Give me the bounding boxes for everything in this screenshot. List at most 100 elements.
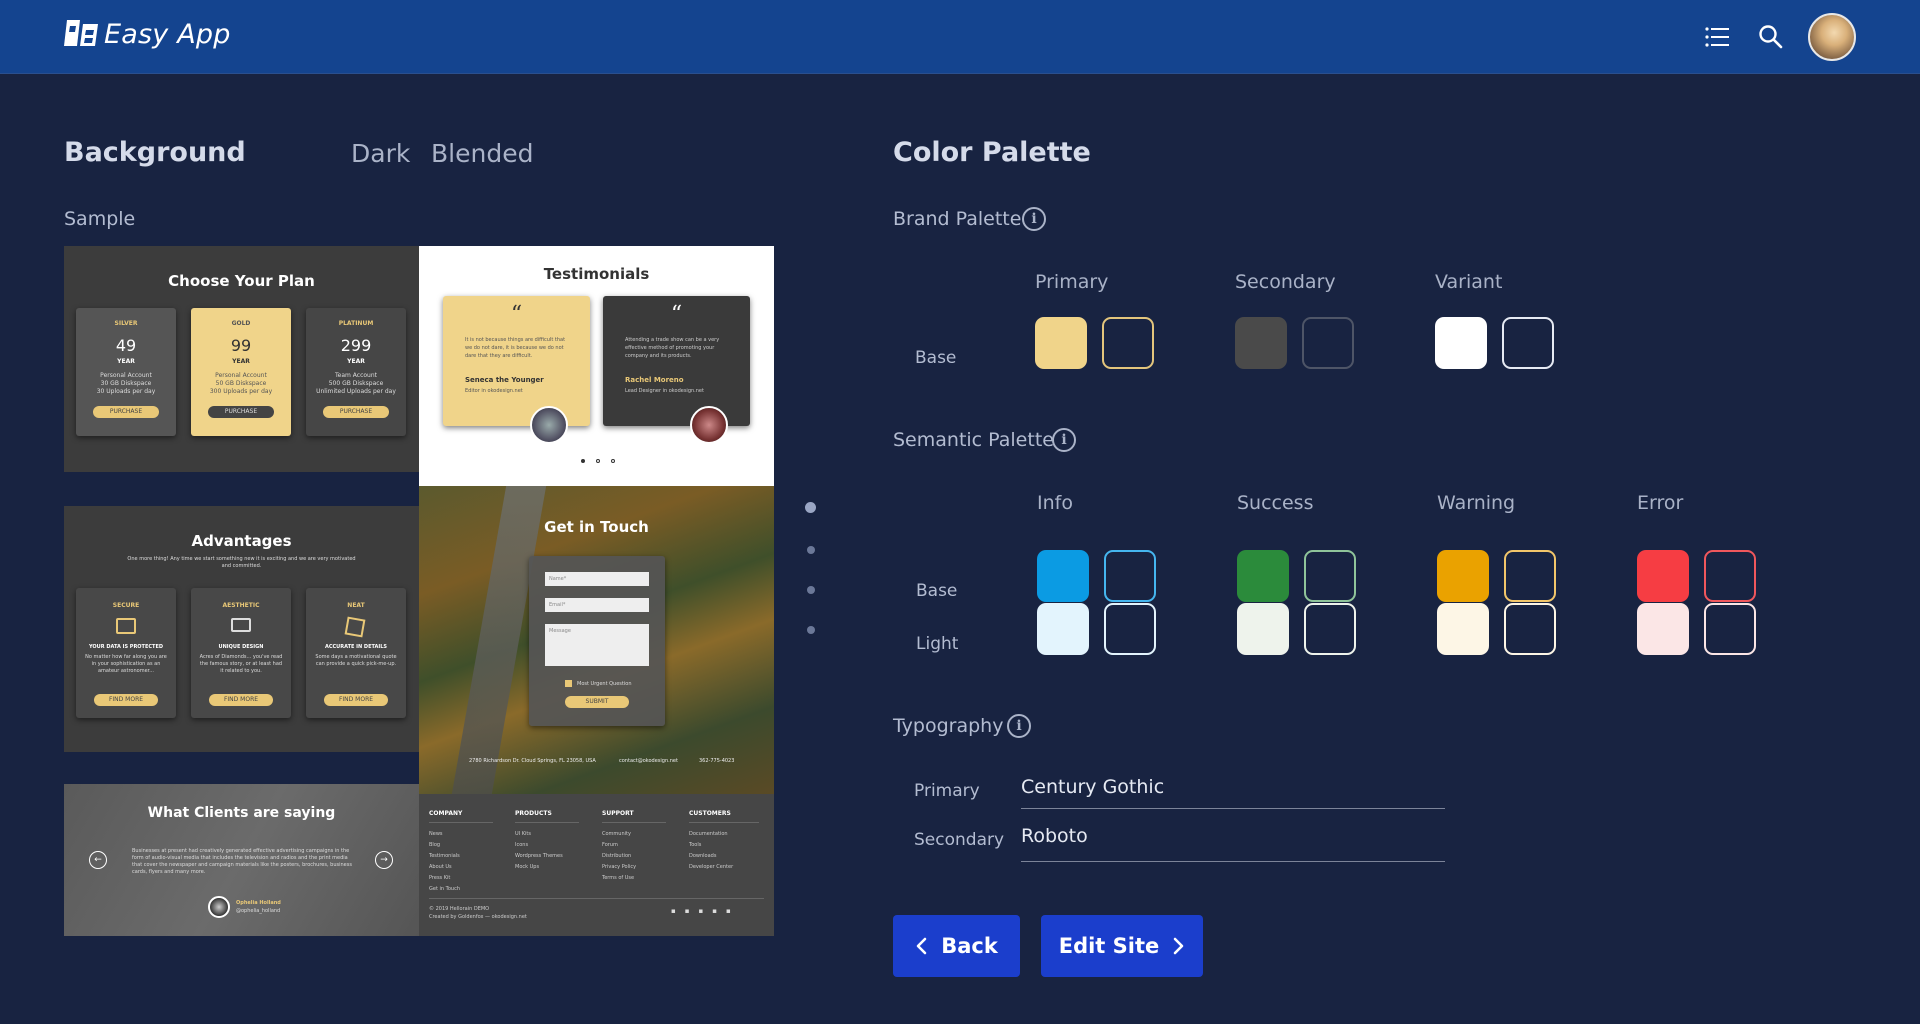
carousel-dot-2[interactable]: [807, 546, 815, 554]
arrow-left-icon: ←: [89, 851, 107, 869]
arrow-right-icon: →: [375, 851, 393, 869]
typography-title: Typography: [893, 715, 1004, 737]
slider-dot: [581, 459, 585, 463]
footer-column-customers: CUSTOMERS Documentation Tools Downloads …: [689, 808, 759, 873]
semantic-palette-title: Semantic Palette: [893, 429, 1054, 451]
brand-col-variant: Variant: [1435, 271, 1503, 293]
swatch-secondary-fill[interactable]: [1235, 317, 1287, 369]
chevron-left-icon: [916, 937, 927, 955]
monitor-icon: [231, 618, 251, 632]
typography-secondary-underline: [1021, 861, 1445, 862]
search-icon[interactable]: [1758, 24, 1784, 50]
swatch-info-light[interactable]: [1037, 603, 1089, 655]
app-logo-icon: [64, 20, 98, 46]
client-avatar: [208, 896, 230, 918]
typography-primary-value[interactable]: Century Gothic: [1021, 776, 1164, 798]
sample-contact-section: Get in Touch Name* Email* Message Most U…: [419, 486, 774, 794]
advantage-card-aesthetic: AESTHETIC UNIQUE DESIGN Acres of Diamond…: [191, 588, 291, 718]
sample-advantages-section: Advantages One more thing! Any time we s…: [64, 506, 419, 752]
sample-footer-section: COMPANY News Blog Testimonials About Us …: [419, 794, 774, 936]
advantage-card-secure: SECURE YOUR DATA IS PROTECTED No matter …: [76, 588, 176, 718]
footer-column-products: PRODUCTS UI Kits Icons Wordpress Themes …: [515, 808, 579, 873]
pencil-ruler-icon: [344, 616, 366, 638]
slider-dot: [611, 459, 615, 463]
swatch-error-base-outline[interactable]: [1704, 550, 1756, 602]
list-icon[interactable]: [1704, 24, 1730, 50]
swatch-error-light[interactable]: [1637, 603, 1689, 655]
plan-card-gold: GOLD 99 YEAR Personal Account 50 GB Disk…: [191, 308, 291, 436]
swatch-variant-fill[interactable]: [1435, 317, 1487, 369]
swatch-info-light-outline[interactable]: [1104, 603, 1156, 655]
typography-secondary-value[interactable]: Roboto: [1021, 825, 1088, 847]
footer-column-company: COMPANY News Blog Testimonials About Us …: [429, 808, 493, 895]
brand-palette-title: Brand Palette: [893, 208, 1022, 230]
testimonial-avatar: [530, 406, 568, 444]
swatch-error-light-outline[interactable]: [1704, 603, 1756, 655]
slider-dot: [596, 459, 600, 463]
testimonial-card-1: “ It is not because things are difficult…: [443, 296, 590, 444]
carousel-dot-3[interactable]: [807, 586, 815, 594]
footer-column-support: SUPPORT Community Forum Distribution Pri…: [602, 808, 666, 884]
brand-row-base: Base: [915, 348, 957, 368]
typography-primary-underline: [1021, 808, 1445, 809]
swatch-success-base[interactable]: [1237, 550, 1289, 602]
sample-testimonials-section: Testimonials “ It is not because things …: [419, 246, 774, 486]
plan-card-silver: SILVER 49 YEAR Personal Account 30 GB Di…: [76, 308, 176, 436]
info-icon[interactable]: i: [1052, 428, 1076, 452]
swatch-error-base[interactable]: [1637, 550, 1689, 602]
semantic-col-info: Info: [1037, 492, 1073, 514]
carousel-dot-1[interactable]: [805, 502, 816, 513]
edit-site-button[interactable]: Edit Site: [1041, 915, 1203, 977]
swatch-warning-base-outline[interactable]: [1504, 550, 1556, 602]
sample-preview: Choose Your Plan SILVER 49 YEAR Personal…: [64, 246, 774, 936]
swatch-warning-base[interactable]: [1437, 550, 1489, 602]
brand-col-secondary: Secondary: [1235, 271, 1336, 293]
swatch-success-light-outline[interactable]: [1304, 603, 1356, 655]
plans-title: Choose Your Plan: [168, 272, 315, 290]
edit-site-button-label: Edit Site: [1058, 934, 1160, 958]
carousel-dot-4[interactable]: [807, 626, 815, 634]
user-avatar[interactable]: [1808, 13, 1856, 61]
sample-clients-section: What Clients are saying ← → Businesses a…: [64, 784, 419, 936]
info-icon[interactable]: i: [1022, 207, 1046, 231]
sample-plans-section: Choose Your Plan SILVER 49 YEAR Personal…: [64, 246, 419, 472]
swatch-variant-outline[interactable]: [1502, 317, 1554, 369]
safe-icon: [116, 618, 136, 634]
contact-form: Name* Email* Message Most Urgent Questio…: [529, 556, 665, 726]
swatch-success-base-outline[interactable]: [1304, 550, 1356, 602]
swatch-secondary-outline[interactable]: [1302, 317, 1354, 369]
swatch-success-light[interactable]: [1237, 603, 1289, 655]
swatch-primary-fill[interactable]: [1035, 317, 1087, 369]
semantic-row-light: Light: [916, 634, 959, 654]
tab-dark[interactable]: Dark: [351, 139, 410, 168]
brand-col-primary: Primary: [1035, 271, 1109, 293]
tab-blended[interactable]: Blended: [431, 139, 533, 168]
advantages-title: Advantages: [191, 532, 292, 550]
testimonial-card-2: “ Attending a trade show can be a very e…: [603, 296, 750, 444]
info-icon[interactable]: i: [1007, 714, 1031, 738]
contact-title: Get in Touch: [544, 518, 649, 536]
swatch-warning-light[interactable]: [1437, 603, 1489, 655]
typography-secondary-label: Secondary: [914, 830, 1005, 850]
swatch-info-base-outline[interactable]: [1104, 550, 1156, 602]
testimonial-avatar: [690, 406, 728, 444]
swatch-info-base[interactable]: [1037, 550, 1089, 602]
background-title: Background: [64, 137, 246, 168]
color-palette-title: Color Palette: [893, 137, 1091, 168]
clients-title: What Clients are saying: [147, 805, 336, 821]
sample-label: Sample: [64, 208, 136, 230]
chevron-right-icon: [1173, 937, 1184, 955]
advantage-card-neat: NEAT ACCURATE IN DETAILS Some days a mot…: [306, 588, 406, 718]
top-bar: [0, 0, 1920, 74]
app-title: Easy App: [104, 19, 231, 50]
swatch-warning-light-outline[interactable]: [1504, 603, 1556, 655]
semantic-col-error: Error: [1637, 492, 1684, 514]
back-button[interactable]: Back: [893, 915, 1020, 977]
plan-card-platinum: PLATINUM 299 YEAR Team Account 500 GB Di…: [306, 308, 406, 436]
semantic-col-success: Success: [1237, 492, 1314, 514]
semantic-row-base: Base: [916, 581, 958, 601]
testimonials-title: Testimonials: [543, 265, 650, 283]
checkbox-icon: [565, 680, 572, 687]
back-button-label: Back: [941, 934, 998, 958]
swatch-primary-outline[interactable]: [1102, 317, 1154, 369]
